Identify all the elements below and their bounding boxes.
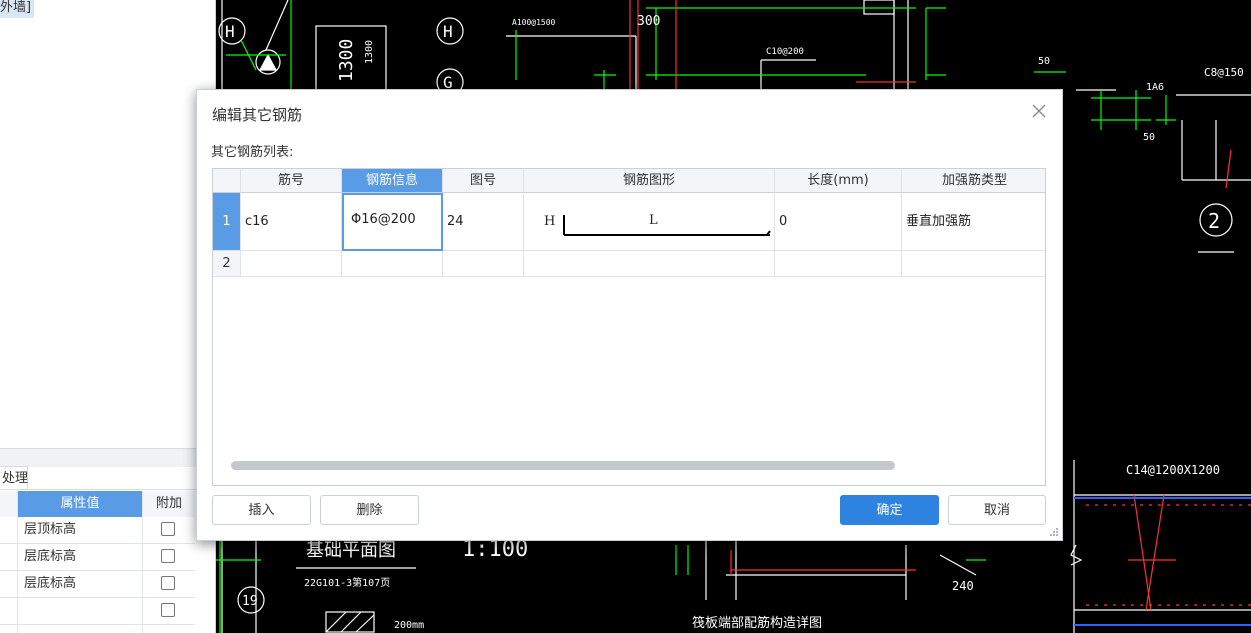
cad-text: 筏板端部配筋构造详图 bbox=[692, 615, 822, 631]
property-row[interactable]: 层底标高 bbox=[0, 571, 195, 598]
dim-text: 300 bbox=[637, 14, 660, 29]
tab-rebar-processing[interactable]: 钢筋处理 bbox=[0, 466, 28, 490]
column-divider bbox=[17, 491, 18, 633]
dim-text: 1300 bbox=[364, 40, 375, 64]
cell-bar-number[interactable]: c16 bbox=[241, 193, 342, 251]
header-bar-info[interactable]: 钢筋信息 bbox=[342, 169, 443, 193]
column-divider bbox=[142, 491, 143, 633]
row-number[interactable]: 1 bbox=[213, 193, 241, 251]
property-value: 层顶标高 bbox=[24, 522, 77, 537]
property-row[interactable]: 层顶标高 bbox=[0, 517, 195, 544]
header-blank bbox=[0, 491, 17, 517]
property-row[interactable]: 层底标高 bbox=[0, 544, 195, 571]
element-label: 外墙] bbox=[0, 0, 35, 18]
cell-bar-number[interactable] bbox=[241, 251, 342, 277]
cad-text: 1A6 bbox=[1146, 82, 1164, 93]
cad-line bbox=[265, 0, 289, 51]
cell-length[interactable] bbox=[775, 251, 902, 277]
rebar-line bbox=[1145, 494, 1165, 611]
cad-text: 22G101-3第107页 bbox=[304, 576, 390, 589]
dialog-title: 编辑其它钢筋 bbox=[212, 106, 303, 124]
dim-text: 240 bbox=[952, 579, 974, 593]
close-icon[interactable] bbox=[1030, 102, 1048, 120]
resize-grip-icon[interactable] bbox=[1049, 527, 1059, 537]
cell-bar-shape[interactable] bbox=[524, 251, 775, 277]
shape-h-label: H bbox=[544, 214, 556, 229]
cell-reinforcement-type[interactable]: 垂直加强筋 bbox=[902, 193, 1045, 251]
dim-text: 50 bbox=[1143, 132, 1155, 143]
row-number[interactable]: 2 bbox=[213, 251, 241, 277]
cad-text: C10@200 bbox=[766, 47, 804, 57]
header-bar-shape[interactable]: 钢筋图形 bbox=[524, 169, 775, 193]
cad-text: 200mm bbox=[394, 620, 424, 631]
rebar-grid: 筋号 钢筋信息 图号 钢筋图形 长度(mm) 加强筋类型 1 c16 Φ16@2… bbox=[212, 168, 1046, 486]
shape-l-label: L bbox=[649, 213, 658, 228]
dim-text: 1300 bbox=[336, 39, 357, 82]
cad-text: C8@150 bbox=[1204, 66, 1244, 79]
cad-text: C14@1200X1200 bbox=[1126, 463, 1220, 477]
extra-checkbox[interactable] bbox=[161, 522, 175, 536]
cad-box bbox=[863, 0, 895, 15]
cell-reinforcement-type[interactable] bbox=[902, 251, 1045, 277]
cad-line bbox=[340, 611, 362, 633]
property-row[interactable] bbox=[0, 598, 195, 625]
tab-divider bbox=[28, 489, 215, 490]
cad-line bbox=[355, 614, 375, 633]
cell-figure-number[interactable] bbox=[443, 251, 524, 277]
header-corner bbox=[213, 169, 241, 193]
axis-label: 19 bbox=[242, 594, 258, 609]
header-reinforcement-type[interactable]: 加强筋类型 bbox=[902, 169, 1045, 193]
tab-label: 钢筋处理 bbox=[1, 471, 28, 486]
detail-number: 2 bbox=[1208, 209, 1220, 233]
cad-text: 基础平面图 bbox=[306, 540, 396, 561]
horizontal-scrollbar[interactable] bbox=[231, 461, 895, 470]
cell-figure-number[interactable]: 24 bbox=[443, 193, 524, 251]
ok-button[interactable]: 确定 bbox=[840, 495, 939, 525]
panel-tab-bar bbox=[0, 448, 215, 467]
level-triangle bbox=[259, 53, 277, 71]
header-length[interactable]: 长度(mm) bbox=[775, 169, 902, 193]
dim-text: 50 bbox=[1038, 56, 1050, 67]
delete-button[interactable]: 删除 bbox=[320, 495, 419, 525]
insert-button[interactable]: 插入 bbox=[212, 495, 311, 525]
header-bar-number[interactable]: 筋号 bbox=[241, 169, 342, 193]
edit-other-rebar-dialog: 编辑其它钢筋 其它钢筋列表: 筋号 钢筋信息 图号 钢筋图形 长度(mm) 加强… bbox=[196, 89, 1063, 541]
rebar-list-label: 其它钢筋列表: bbox=[211, 145, 294, 160]
cad-text: A100@1500 bbox=[512, 18, 556, 27]
cell-bar-info[interactable] bbox=[342, 251, 443, 277]
cad-line bbox=[939, 554, 977, 576]
extra-checkbox[interactable] bbox=[161, 549, 175, 563]
header-figure-number[interactable]: 图号 bbox=[443, 169, 524, 193]
axis-label: H bbox=[443, 22, 453, 41]
break-line bbox=[1070, 544, 1083, 566]
header-extra: 附加 bbox=[143, 491, 195, 517]
property-value: 层底标高 bbox=[24, 576, 77, 591]
extra-checkbox[interactable] bbox=[161, 603, 175, 617]
cell-bar-info[interactable]: Φ16@200 bbox=[342, 193, 443, 251]
extra-checkbox[interactable] bbox=[161, 576, 175, 590]
cancel-button[interactable]: 取消 bbox=[948, 495, 1046, 525]
header-property-value: 属性值 bbox=[18, 491, 142, 517]
cad-line bbox=[325, 611, 347, 633]
rebar-line bbox=[1225, 149, 1232, 189]
cell-length[interactable]: 0 bbox=[775, 193, 902, 251]
property-value: 层底标高 bbox=[24, 549, 77, 564]
property-panel: 外墙] 钢筋处理 属性值 附加 层顶标高 层底标高 层底标高 bbox=[0, 0, 216, 633]
cell-bar-shape[interactable]: H L bbox=[524, 193, 775, 251]
axis-label: H bbox=[225, 22, 235, 41]
